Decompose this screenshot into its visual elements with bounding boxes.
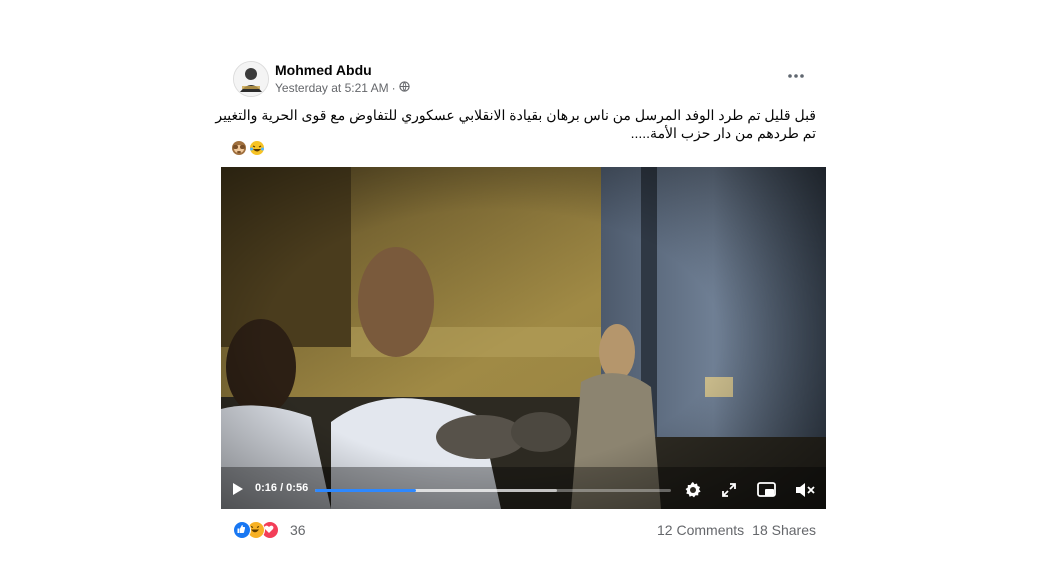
like-icon bbox=[233, 521, 251, 539]
reaction-count[interactable]: 36 bbox=[290, 522, 306, 538]
video-progress-bar[interactable] bbox=[315, 489, 671, 492]
mute-icon[interactable] bbox=[795, 482, 815, 503]
video-player[interactable]: 0:16 / 0:56 bbox=[221, 167, 826, 509]
video-time: 0:16 / 0:56 bbox=[255, 482, 309, 494]
post-text-line: تم طردهم من دار حزب الأمة..... bbox=[630, 125, 816, 141]
video-progress-fill bbox=[315, 489, 417, 492]
video-frame bbox=[221, 167, 826, 509]
see-no-evil-monkey-icon bbox=[231, 140, 247, 161]
meta-separator: · bbox=[391, 81, 396, 95]
picture-in-picture-icon[interactable] bbox=[757, 482, 776, 503]
post-footer: 36 12 Comments 18 Shares bbox=[221, 518, 826, 542]
globe-icon bbox=[398, 81, 410, 95]
feed-post: Mohmed Abdu Yesterday at 5:21 AM · قبل ق… bbox=[215, 50, 826, 550]
engagement-counts: 12 Comments 18 Shares bbox=[657, 522, 816, 538]
more-options-icon[interactable] bbox=[784, 68, 808, 84]
shares-count[interactable]: 18 Shares bbox=[752, 522, 816, 538]
post-meta: Yesterday at 5:21 AM · bbox=[275, 81, 410, 95]
post-text: قبل قليل تم طرد الوفد المرسل من ناس برها… bbox=[215, 106, 816, 142]
post-text-line: قبل قليل تم طرد الوفد المرسل من ناس برها… bbox=[215, 107, 816, 123]
post-timestamp[interactable]: Yesterday at 5:21 AM bbox=[275, 81, 389, 95]
laughing-face-icon bbox=[249, 140, 265, 161]
author-name[interactable]: Mohmed Abdu bbox=[275, 62, 372, 78]
video-controls: 0:16 / 0:56 bbox=[221, 469, 826, 509]
settings-icon[interactable] bbox=[684, 481, 702, 504]
emoji-line bbox=[231, 140, 265, 161]
reaction-icons[interactable] bbox=[233, 521, 279, 539]
fullscreen-icon[interactable] bbox=[721, 482, 737, 503]
play-icon[interactable] bbox=[231, 482, 245, 501]
comments-count[interactable]: 12 Comments bbox=[657, 522, 744, 538]
author-avatar[interactable] bbox=[233, 61, 269, 97]
